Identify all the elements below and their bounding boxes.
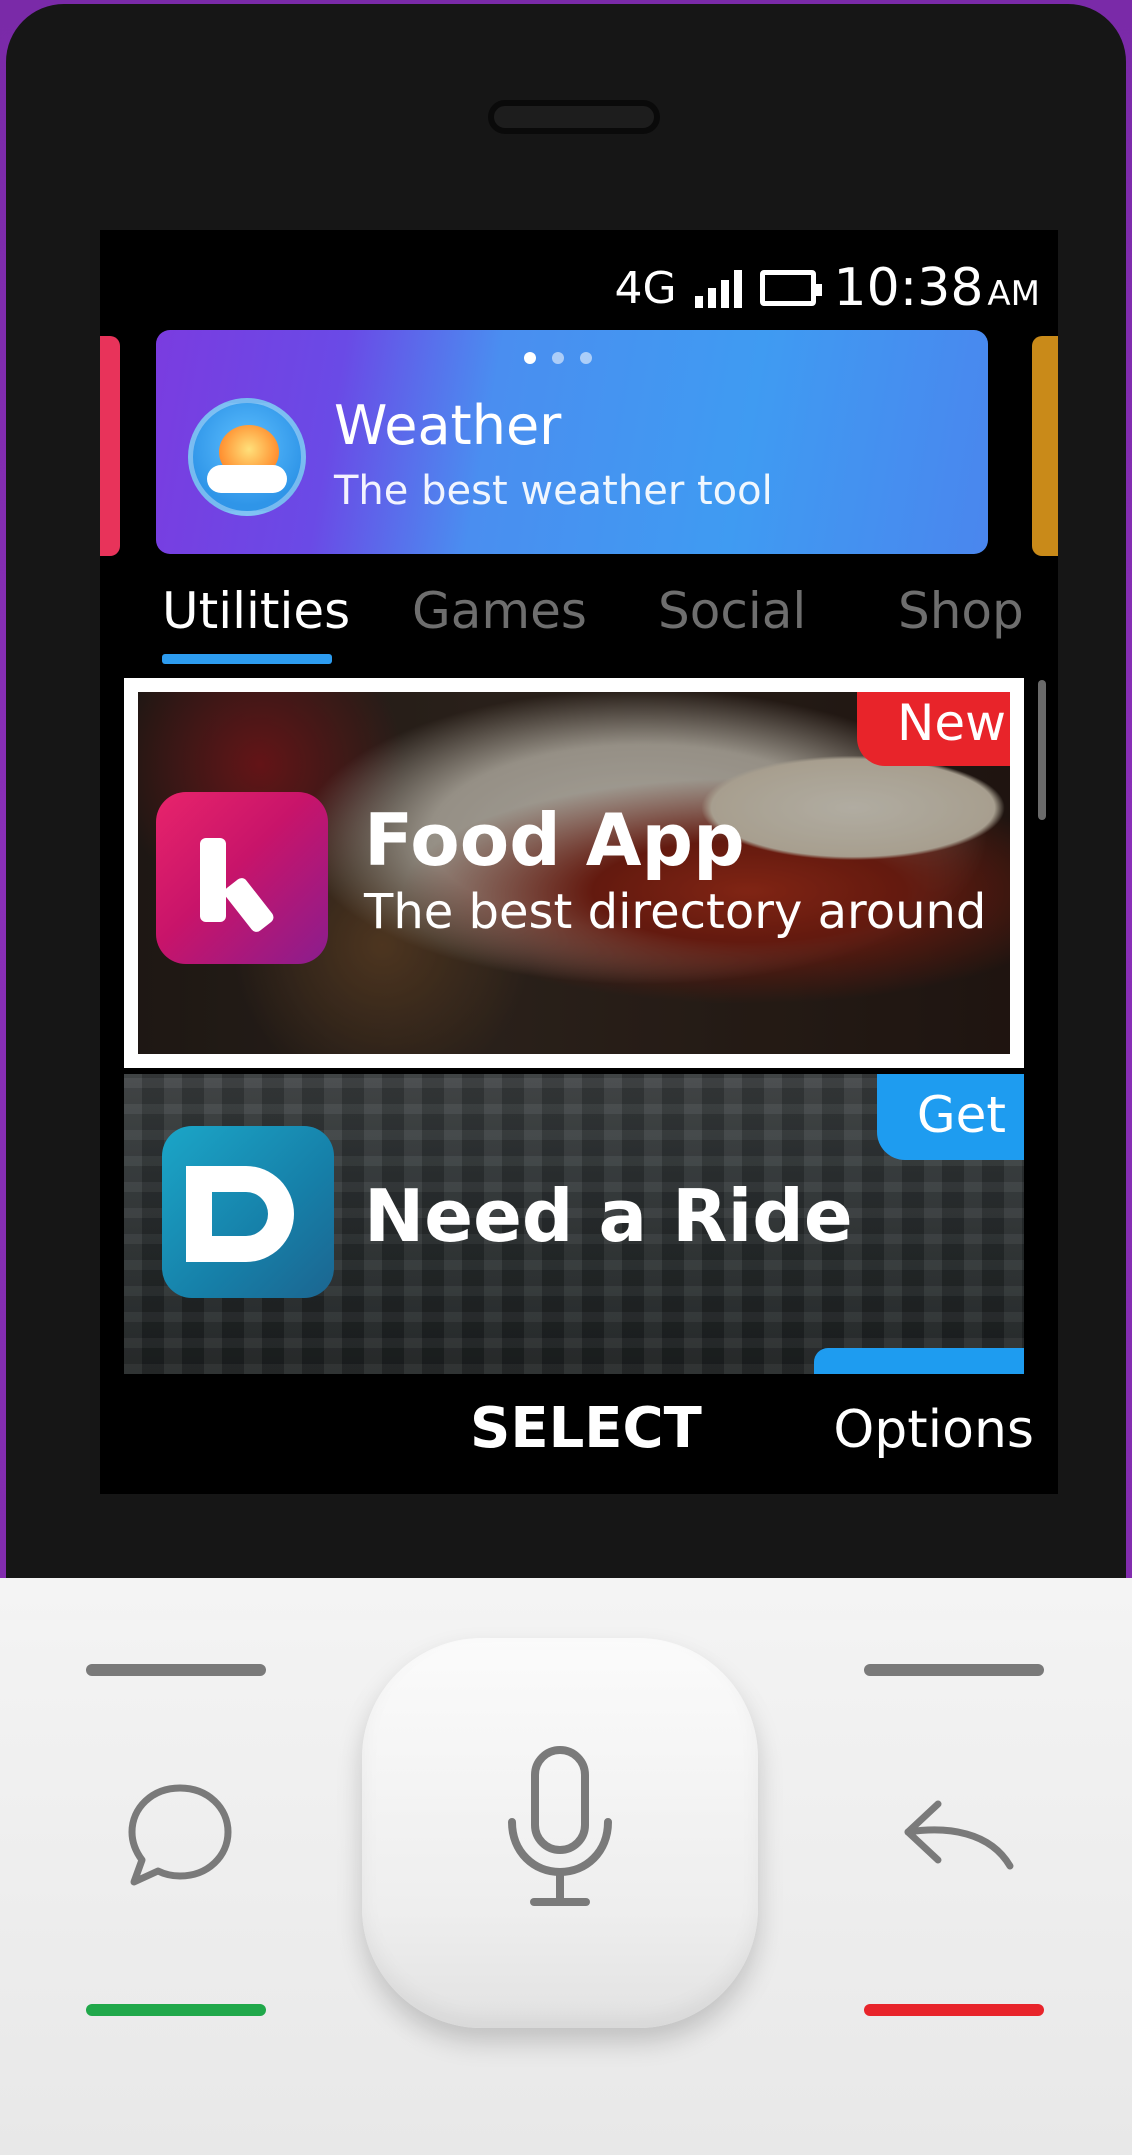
tab-shop[interactable]: Shop bbox=[898, 582, 1024, 640]
battery-icon bbox=[759, 270, 822, 306]
tab-social[interactable]: Social bbox=[658, 582, 806, 640]
clock: 10:38 AM bbox=[834, 258, 1040, 318]
new-badge: New bbox=[856, 692, 1010, 766]
app-card-need-a-ride[interactable]: Get Need a Ride bbox=[124, 1074, 1024, 1374]
chat-icon[interactable] bbox=[122, 1778, 238, 1894]
left-softkey-button[interactable] bbox=[86, 1664, 266, 1676]
next-card-badge-peek bbox=[814, 1348, 1024, 1374]
carousel-prev-card[interactable] bbox=[100, 336, 120, 556]
softkey-options[interactable]: Options bbox=[833, 1400, 1034, 1460]
category-tabs: Utilities Games Social Shop bbox=[100, 582, 1058, 662]
weather-banner[interactable]: Weather The best weather tool bbox=[156, 330, 988, 554]
weather-app-icon bbox=[188, 398, 306, 516]
softkey-select[interactable]: SELECT bbox=[470, 1396, 702, 1461]
tab-games[interactable]: Games bbox=[412, 582, 587, 640]
earpiece bbox=[488, 100, 660, 134]
voice-assistant-button[interactable] bbox=[362, 1638, 758, 2028]
status-bar: 4G 10:38 AM bbox=[614, 258, 1040, 318]
active-tab-indicator bbox=[162, 654, 332, 664]
right-softkey-button[interactable] bbox=[864, 1664, 1044, 1676]
softkey-bar: SELECT Options bbox=[100, 1374, 1058, 1494]
page-dot bbox=[580, 352, 592, 364]
end-call-button[interactable] bbox=[864, 2004, 1044, 2016]
app-card-food-app[interactable]: New Food App The best directory around bbox=[124, 678, 1024, 1068]
tab-utilities[interactable]: Utilities bbox=[162, 582, 350, 640]
get-badge[interactable]: Get bbox=[876, 1074, 1024, 1160]
food-app-icon bbox=[156, 792, 328, 964]
network-type: 4G bbox=[614, 262, 677, 314]
call-button[interactable] bbox=[86, 2004, 266, 2016]
keypad bbox=[0, 1578, 1132, 2155]
ampm-text: AM bbox=[987, 274, 1040, 314]
carousel-page-indicator bbox=[524, 352, 592, 364]
ride-app-icon bbox=[162, 1126, 334, 1298]
page-dot-active bbox=[524, 352, 536, 364]
carousel-next-card[interactable] bbox=[1032, 336, 1058, 556]
banner-title: Weather bbox=[334, 394, 562, 457]
card-subtitle: The best directory around bbox=[364, 884, 987, 940]
back-arrow-icon[interactable] bbox=[898, 1792, 1018, 1882]
signal-icon bbox=[694, 268, 742, 308]
microphone-icon bbox=[508, 1746, 612, 1906]
list-scrollbar[interactable] bbox=[1038, 680, 1046, 820]
time-text: 10:38 bbox=[833, 258, 984, 318]
banner-subtitle: The best weather tool bbox=[334, 468, 773, 514]
card-title: Food App bbox=[364, 798, 745, 882]
card-title: Need a Ride bbox=[364, 1174, 853, 1258]
page-dot bbox=[552, 352, 564, 364]
screen: 4G 10:38 AM Weather The best weather tool bbox=[100, 230, 1058, 1494]
